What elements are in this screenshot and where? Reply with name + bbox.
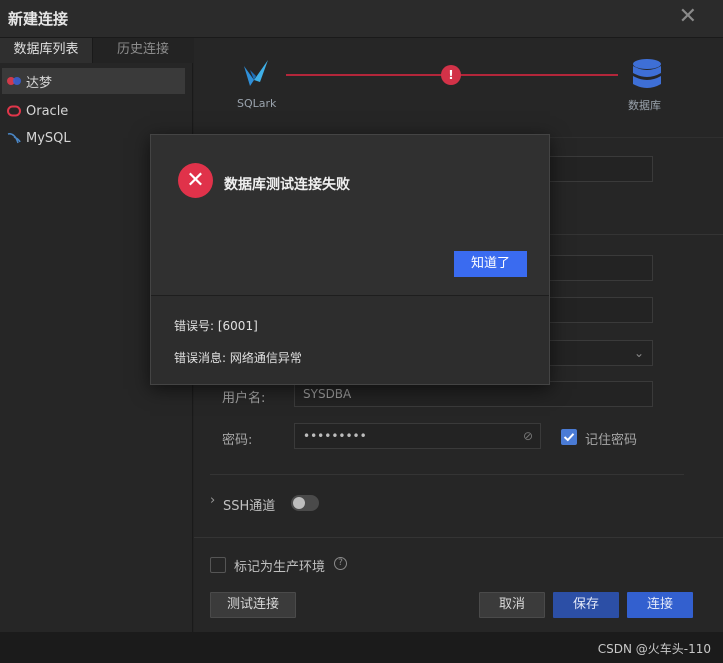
cancel-button[interactable]: 取消	[479, 592, 545, 618]
sidebar-item-label: 达梦	[26, 75, 53, 91]
error-dialog-title: 数据库测试连接失败	[224, 177, 350, 193]
chevron-down-icon: ⌄	[633, 346, 644, 360]
error-dialog: ✕ 数据库测试连接失败 知道了 错误号: [6001] 错误消息: 网络通信异常	[150, 134, 550, 385]
password-row: 密码: ••••••••• ⊘ 记住密码	[194, 423, 723, 451]
title-bar: 新建连接 ✕	[0, 0, 723, 38]
test-connection-button[interactable]: 测试连接	[210, 592, 296, 618]
ssh-toggle[interactable]	[291, 495, 319, 511]
eye-hidden-icon[interactable]: ⊘	[523, 424, 533, 448]
sqlark-logo-icon	[240, 56, 272, 92]
step-start-label: SQLark	[237, 97, 277, 110]
footer-divider	[194, 537, 723, 538]
mysql-icon	[6, 130, 22, 146]
watermark-text: CSDN @火车头-110	[597, 642, 711, 656]
step-end-label: 数据库	[628, 99, 661, 112]
tab-database-list[interactable]: 数据库列表	[0, 38, 92, 63]
toggle-knob	[293, 497, 305, 509]
remember-password-label: 记住密码	[585, 433, 638, 448]
tab-history[interactable]: 历史连接	[92, 38, 193, 63]
sidebar-item-label: MySQL	[26, 130, 71, 146]
username-label: 用户名:	[222, 391, 266, 406]
sidebar-tabs: 数据库列表 历史连接	[0, 38, 193, 63]
password-input[interactable]: ••••••••• ⊘	[294, 423, 541, 449]
ssh-label: SSH通道	[223, 499, 276, 514]
connect-button[interactable]: 连接	[627, 592, 693, 618]
username-row: 用户名: SYSDBA	[194, 381, 723, 409]
page-footer: CSDN @火车头-110	[0, 632, 723, 663]
error-message-text: 错误消息: 网络通信异常	[174, 351, 302, 365]
window-title: 新建连接	[8, 10, 69, 28]
dameng-icon	[6, 73, 22, 89]
production-env-checkbox[interactable]	[210, 557, 226, 573]
close-icon[interactable]: ✕	[679, 4, 697, 29]
password-label: 密码:	[222, 433, 253, 448]
help-icon[interactable]: ?	[334, 557, 347, 570]
error-code-text: 错误号: [6001]	[174, 319, 258, 333]
error-dialog-header: ✕ 数据库测试连接失败 知道了	[151, 135, 549, 296]
sidebar-item-oracle[interactable]: Oracle	[2, 98, 185, 124]
connection-steps: SQLark ! 数据库	[194, 38, 723, 138]
database-icon	[632, 58, 662, 92]
save-button[interactable]: 保存	[553, 592, 619, 618]
password-value: •••••••••	[303, 429, 367, 443]
remember-password-checkbox[interactable]	[561, 429, 577, 445]
chevron-right-icon[interactable]: ›	[210, 493, 215, 508]
step-error-icon: !	[441, 65, 461, 85]
oracle-icon	[6, 103, 22, 119]
form-divider	[210, 474, 684, 475]
sidebar-item-label: Oracle	[26, 103, 69, 119]
sidebar-item-dameng[interactable]: 达梦	[2, 68, 185, 94]
acknowledge-button[interactable]: 知道了	[454, 251, 527, 277]
error-circle-icon: ✕	[178, 163, 213, 198]
production-env-label: 标记为生产环境	[234, 560, 326, 575]
